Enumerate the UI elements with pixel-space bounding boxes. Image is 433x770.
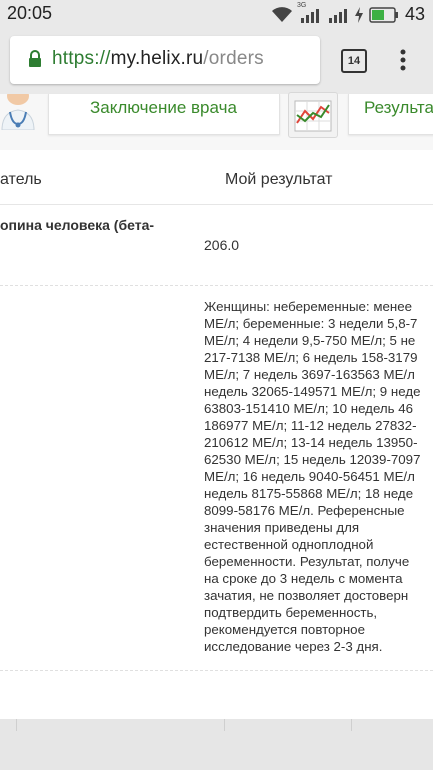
table-row: опина человека (бета- 206.0 [0, 205, 433, 286]
signal-3g-icon: 3G [297, 2, 321, 24]
reference-values: Женщины: небеременные: менее МЕ/л; берем… [204, 298, 433, 655]
doctor-icon [1, 94, 35, 130]
column-header-my-result: Мой результат [225, 171, 333, 188]
results-icon-box[interactable] [288, 92, 338, 138]
battery-icon [369, 6, 398, 23]
status-bar: 20:05 3G 43 [0, 0, 433, 28]
tab-switcher-button[interactable]: 14 [341, 49, 367, 73]
reference-line: значения приведены для [204, 520, 360, 535]
reference-line: зачатия, не позволяет достоверн [204, 588, 409, 603]
reference-line: на сроке до 3 недель с момента [204, 571, 403, 586]
lock-icon [29, 50, 41, 67]
status-time: 20:05 [7, 3, 53, 23]
reference-line: недель 8175-55868 МЕ/л; 18 неде [204, 486, 414, 501]
doctor-conclusion-card[interactable]: Заключение врача [48, 94, 280, 135]
reference-line: МЕ/л; 4 недели 9,5-750 МЕ/л; 5 не [204, 333, 416, 348]
bottom-panel [0, 719, 433, 770]
doctor-conclusion-label: Заключение врача [90, 98, 237, 117]
results-label: Результа [364, 98, 433, 117]
browser-toolbar: https://my.helix.ru/orders 14 [0, 28, 433, 94]
table-header: атель Мой результат [0, 152, 433, 205]
table-footer-space [0, 671, 433, 719]
reference-line: 62530 МЕ/л; 15 недель 12039-7097 [204, 452, 421, 467]
divider [16, 719, 17, 731]
reference-line: недель 32065-149571 МЕ/л; 9 неде [204, 384, 421, 399]
column-header-indicator: атель [0, 171, 42, 188]
divider [224, 719, 225, 731]
test-name: опина человека (бета- [0, 217, 155, 233]
reference-line: МЕ/л; беременные: 3 недели 5,8-7 [204, 316, 418, 331]
reference-line: естественной одноплодной [204, 537, 374, 552]
wifi-icon [271, 6, 292, 22]
reference-line: подтвердить беременность, [204, 605, 378, 620]
reference-line: 186977 МЕ/л; 11-12 недель 27832- [204, 418, 417, 433]
more-vert-icon[interactable] [399, 49, 407, 71]
url-bar[interactable]: https://my.helix.ru/orders [10, 36, 320, 84]
reference-line: Женщины: небеременные: менее [204, 299, 412, 314]
battery-percent: 43 [404, 4, 425, 24]
reference-line: 63803-151410 МЕ/л; 10 недель 46 [204, 401, 414, 416]
reference-line: МЕ/л; 16 недель 9040-56451 МЕ/л [204, 469, 415, 484]
reference-line: МЕ/л; 7 недель 3697-163563 МЕ/л [204, 367, 415, 382]
table-row: Женщины: небеременные: менее МЕ/л; берем… [0, 286, 433, 671]
charging-icon [354, 6, 363, 23]
result-value: 206.0 [204, 237, 240, 253]
signal-icon [328, 8, 347, 23]
section-cards-row: Заключение врача Результа [0, 94, 433, 150]
line-chart-icon [294, 100, 332, 132]
divider [351, 719, 352, 731]
reference-line: рекомендуется повторное [204, 622, 365, 637]
reference-line: 8099-58176 МЕ/л. Референсные [204, 503, 405, 518]
reference-line: 210612 МЕ/л; 13-14 недель 13950- [204, 435, 418, 450]
url-scheme: https:// [52, 48, 111, 69]
reference-line: беременности. Результат, получе [204, 554, 410, 569]
url-path: /orders [203, 48, 264, 69]
url-host: my.helix.ru [110, 48, 204, 69]
url-text[interactable]: https://my.helix.ru/orders [52, 48, 264, 70]
reference-line: 217-7138 МЕ/л; 6 недель 158-3179 [204, 350, 418, 365]
status-icons: 3G 43 [271, 2, 425, 25]
reference-line: исследование через 2-3 дня. [204, 639, 383, 654]
results-card[interactable]: Результа [348, 94, 433, 135]
